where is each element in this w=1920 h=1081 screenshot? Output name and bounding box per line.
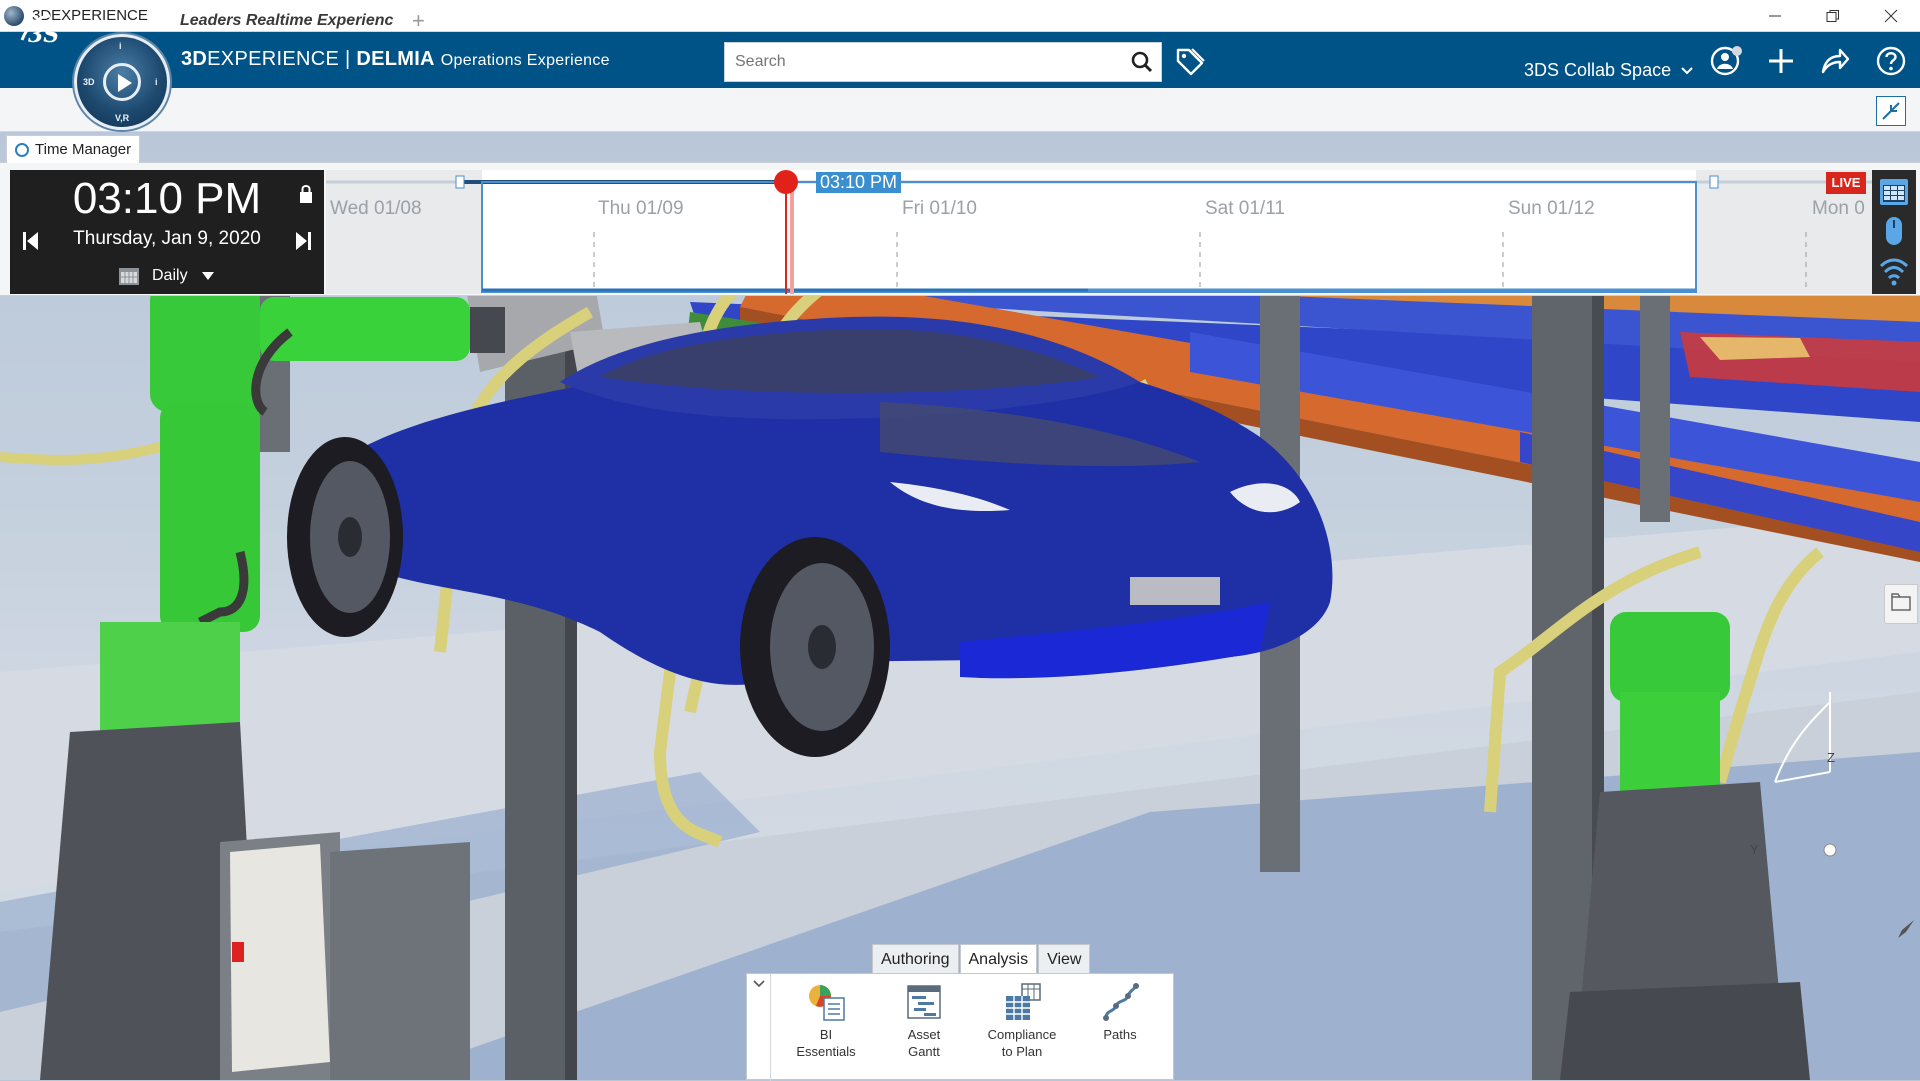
- search-box: [724, 42, 1162, 82]
- bi-essentials-icon: [806, 982, 846, 1022]
- side-panel-toggle[interactable]: [1884, 584, 1918, 624]
- svg-text:3S: 3S: [28, 22, 59, 48]
- collab-space-label: 3DS Collab Space: [1524, 60, 1672, 80]
- action-bar-panel: BI Essentials Asset Gantt Compliance to …: [746, 973, 1174, 1081]
- restore-button[interactable]: [1804, 0, 1862, 32]
- day-label: Sun 01/12: [1508, 198, 1595, 219]
- compliance-to-plan-button[interactable]: Compliance to Plan: [977, 982, 1067, 1060]
- brand-subtitle: Operations Experience: [440, 52, 610, 69]
- action-bar-tabs: Authoring Analysis View: [872, 944, 1091, 974]
- command-label: Asset: [907, 1027, 941, 1042]
- mode-label: Daily: [152, 267, 188, 284]
- minimize-panel-icon: [1882, 102, 1900, 120]
- time-manager-tab[interactable]: Time Manager: [6, 135, 141, 163]
- now-label: 03:10 PM: [816, 172, 902, 193]
- time-display: 03:10 PM Thursday, Jan 9, 2020 Daily: [10, 170, 324, 294]
- add-icon[interactable]: [1764, 44, 1798, 78]
- brand-separator: |: [339, 48, 357, 70]
- paths-icon: [1100, 982, 1140, 1022]
- current-date: Thursday, Jan 9, 2020: [73, 228, 261, 249]
- day-label: Fri 01/10: [902, 198, 977, 219]
- timeline[interactable]: 03:10 PM Wed 01/08 Thu 01/09 Fri 01/10 S…: [326, 170, 1872, 294]
- timeline-track: [326, 175, 1872, 294]
- day-label: Thu 01/09: [598, 198, 684, 219]
- play-icon: [118, 74, 132, 92]
- window-controls: [1746, 0, 1920, 32]
- asset-gantt-button[interactable]: Asset Gantt: [879, 982, 969, 1060]
- command-label: BI: [819, 1027, 833, 1042]
- paths-button[interactable]: Paths: [1075, 982, 1165, 1043]
- wifi-icon[interactable]: [1879, 256, 1909, 291]
- brand-app: DELMIA: [356, 48, 435, 70]
- tab-underline: [178, 40, 402, 43]
- ds-logo-icon[interactable]: 3S: [14, 10, 62, 48]
- caret-down-icon: [201, 272, 214, 280]
- calendar-icon: [119, 268, 139, 285]
- calendar-grid-icon[interactable]: [1879, 178, 1909, 211]
- day-label: Wed 01/08: [330, 198, 422, 219]
- axis-y-label: Y: [1750, 842, 1759, 857]
- command-label: to Plan: [1001, 1044, 1043, 1059]
- clock-icon: [15, 142, 29, 157]
- collab-space-dropdown[interactable]: 3DS Collab Space: [1524, 60, 1694, 81]
- compass-top-label: i: [119, 41, 122, 51]
- next-day-button[interactable]: [294, 230, 312, 257]
- timeline-now-handle[interactable]: [774, 170, 798, 194]
- pen-icon[interactable]: [1896, 918, 1916, 945]
- day-label: Mon 0: [1812, 198, 1865, 219]
- close-icon: [1884, 9, 1898, 23]
- restore-icon: [1826, 10, 1839, 22]
- tab-analysis[interactable]: Analysis: [959, 944, 1038, 974]
- collapse-button[interactable]: [1876, 96, 1906, 126]
- time-manager-label: Time Manager: [35, 141, 132, 158]
- command-label: Compliance: [987, 1027, 1057, 1042]
- minimize-icon: [1769, 15, 1781, 17]
- command-label: Gantt: [908, 1044, 940, 1059]
- command-label: Essentials: [796, 1044, 856, 1059]
- tab-authoring[interactable]: Authoring: [872, 944, 959, 974]
- current-time: 03:10 PM: [72, 174, 262, 223]
- compliance-icon: [1002, 982, 1042, 1022]
- axis-z-label: Z: [1827, 750, 1835, 765]
- tag-icon[interactable]: [1174, 46, 1206, 78]
- brand-bold: 3D: [181, 48, 208, 70]
- compass-widget[interactable]: i 3D i V,R: [74, 34, 170, 130]
- search-input[interactable]: [725, 43, 1123, 81]
- share-icon[interactable]: [1818, 44, 1852, 78]
- compass-bottom-label: V,R: [115, 113, 130, 123]
- lock-icon[interactable]: [298, 184, 314, 209]
- bi-essentials-button[interactable]: BI Essentials: [781, 982, 871, 1060]
- minimize-button[interactable]: [1746, 0, 1804, 32]
- compass-left-label: 3D: [83, 77, 95, 87]
- chevron-down-icon: [1681, 67, 1693, 75]
- mode-dropdown[interactable]: Daily: [118, 266, 214, 286]
- tab-leaders-realtime[interactable]: Leaders Realtime Experienc: [180, 12, 400, 30]
- user-icon[interactable]: [1710, 44, 1744, 78]
- tab-view[interactable]: View: [1038, 944, 1091, 974]
- chevron-down-icon: [752, 980, 765, 988]
- day-label: Sat 01/11: [1205, 198, 1285, 219]
- mouse-icon[interactable]: [1884, 216, 1904, 251]
- asset-gantt-icon: [904, 982, 944, 1022]
- add-tab-button[interactable]: +: [412, 8, 425, 34]
- brand-title: 3DEXPERIENCE | DELMIA Operations Experien…: [181, 48, 610, 71]
- close-button[interactable]: [1862, 0, 1920, 32]
- live-badge[interactable]: LIVE: [1826, 172, 1866, 194]
- compass-right-label: i: [155, 77, 158, 87]
- command-label: Paths: [1103, 1027, 1137, 1042]
- tab-bar: [0, 88, 1920, 132]
- folder-icon: [1891, 593, 1911, 611]
- brand-rest: EXPERIENCE: [207, 48, 340, 70]
- action-bar-collapse[interactable]: [747, 974, 771, 1081]
- skip-forward-icon: [296, 232, 311, 250]
- time-manager-sidebar: [1872, 170, 1916, 294]
- help-icon[interactable]: [1874, 44, 1908, 78]
- search-icon[interactable]: [1123, 43, 1161, 81]
